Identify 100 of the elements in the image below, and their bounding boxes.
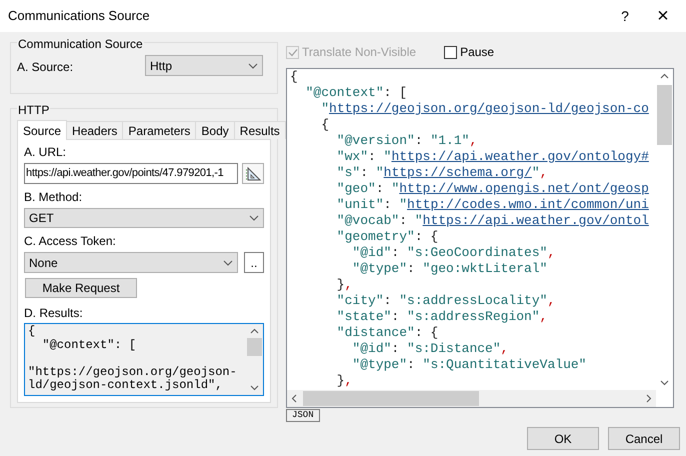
field-label: B. Method: [24, 189, 82, 206]
scrollbar-thumb[interactable] [657, 85, 672, 145]
url-field[interactable]: https://api.weather.gov/points/47.979201,-1 [24, 163, 238, 184]
code-link[interactable]: http://www.opengis.net/ont/geosp [399, 181, 649, 196]
results-text-area[interactable]: { "@context": [ "https://geojson.org/geojson- ld/geojson-context.jsonld", [24, 323, 264, 396]
code-token: "city" [336, 293, 384, 308]
scrollbar[interactable] [287, 390, 656, 407]
code-token: : { [414, 325, 438, 340]
code-token: , [547, 293, 556, 308]
code-token: , [547, 245, 556, 260]
code-token: { [290, 69, 298, 84]
code-token: : [ [384, 85, 408, 100]
token-dropdown[interactable]: None [24, 252, 238, 273]
code-token: "s:QuantitativeValue" [422, 357, 586, 372]
code-token: " [532, 165, 540, 180]
field-label: C. Access Token: [24, 233, 116, 250]
code-token: , [500, 341, 508, 356]
help-button[interactable]: ? [610, 1, 640, 31]
code-token: , [540, 165, 548, 180]
code-token: "@type" [351, 261, 408, 276]
code-token: : [376, 181, 385, 196]
window-title: Communications Source [8, 7, 151, 26]
dialog-button[interactable]: Cancel [608, 427, 680, 450]
dialog-button[interactable]: OK [527, 427, 599, 450]
code-token: "geo" [336, 181, 376, 196]
code-token: "@id" [351, 341, 392, 356]
chevron-up-icon[interactable] [250, 328, 259, 334]
code-token: "1.1" [430, 133, 470, 148]
code-token: : [368, 149, 377, 164]
code-token: : [391, 245, 400, 260]
code-token: " [320, 101, 330, 116]
code-token: , [344, 277, 352, 292]
chevron-down-icon[interactable] [660, 380, 669, 386]
code-token: : [360, 165, 370, 180]
code-link[interactable]: https://schema.org/ [384, 165, 532, 180]
code-token: "geo:wktLiteral" [422, 261, 548, 276]
code-token: : [407, 261, 416, 276]
chevron-down-icon [223, 260, 233, 266]
code-token: "s" [336, 165, 360, 180]
code-token: , [469, 133, 478, 148]
chevron-left-icon[interactable] [291, 394, 297, 403]
code-token: "@type" [351, 357, 408, 372]
tab[interactable]: Body [195, 121, 235, 139]
code-token: : [391, 309, 400, 324]
json-tab-button[interactable]: JSON [286, 409, 320, 422]
scrollbar-thumb[interactable] [303, 391, 479, 406]
code-token: "wx" [336, 149, 368, 164]
ruler-icon[interactable] [242, 163, 264, 184]
code-link[interactable]: https://api.weather.gov/ontol [422, 213, 649, 228]
tab[interactable]: Source [17, 120, 68, 140]
scrollbar-thumb[interactable] [247, 338, 262, 356]
chevron-down-icon [249, 215, 259, 221]
code-token: : [407, 357, 416, 372]
make-request-button[interactable]: Make Request [25, 278, 137, 298]
code-token: , [344, 373, 352, 388]
checkbox-label: Pause [460, 44, 494, 61]
checkbox-label: Translate Non-Visible [302, 44, 416, 61]
code-token: "unit" [336, 197, 384, 212]
code-token: , [540, 309, 548, 324]
code-link[interactable]: http://codes.wmo.int/common/uni [407, 197, 649, 212]
code-token: : [399, 213, 408, 228]
code-token: " [376, 165, 384, 180]
code-token: "geometry" [336, 229, 415, 244]
code-token: { [320, 117, 330, 132]
code-token: " [399, 197, 408, 212]
field-label: A. Source: [17, 59, 74, 76]
code-token: "s:GeoCoordinates" [407, 245, 548, 260]
code-token: " [384, 149, 392, 164]
code-token: "@id" [351, 245, 392, 260]
more-button[interactable]: .. [244, 252, 264, 273]
code-token: : [384, 197, 392, 212]
code-link[interactable]: https://api.weather.gov/ontology# [391, 149, 649, 164]
code-token: " [391, 181, 400, 196]
code-token: : [391, 341, 400, 356]
code-token: : { [414, 229, 438, 244]
chevron-up-icon[interactable] [660, 73, 669, 79]
code-link[interactable]: https://geojson.org/geojson-ld/geojson-co [329, 101, 649, 116]
field-label: D. Results: [24, 305, 83, 322]
code-token: } [336, 373, 345, 388]
code-token: " [414, 213, 423, 228]
source-dropdown[interactable]: Http [145, 55, 263, 76]
code-token: "s:Distance" [407, 341, 501, 356]
chevron-down-icon [248, 62, 258, 68]
code-token: "@version" [336, 133, 415, 148]
code-token: "s:addressRegion" [407, 309, 540, 324]
code-token: "state" [336, 309, 392, 324]
close-button[interactable]: × [640, 1, 686, 31]
chevron-right-icon[interactable] [646, 394, 652, 403]
code-token: "distance" [336, 325, 415, 340]
checkbox[interactable] [444, 46, 458, 58]
code-token: "@vocab" [336, 213, 400, 228]
tab[interactable]: Results [234, 121, 286, 139]
code-token: } [336, 277, 345, 292]
chevron-down-icon[interactable] [250, 385, 259, 391]
field-label: A. URL: [24, 144, 66, 161]
code-token: "@context" [304, 85, 384, 100]
method-dropdown[interactable]: GET [24, 208, 264, 228]
code-token: "s:addressLocality" [399, 293, 548, 308]
code-token: : [384, 293, 392, 308]
code-token: : [414, 133, 424, 148]
